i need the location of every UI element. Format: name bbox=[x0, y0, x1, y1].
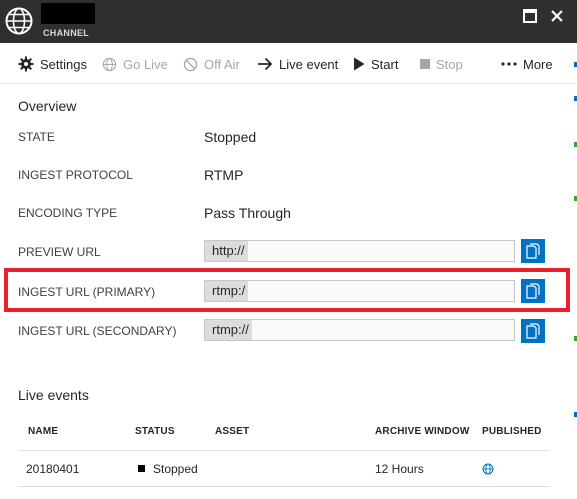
column-header-published: PUBLISHED bbox=[482, 426, 542, 437]
stopped-status-icon bbox=[138, 465, 145, 472]
copy-icon bbox=[526, 323, 540, 339]
stop-icon bbox=[420, 59, 430, 69]
off-air-label: Off Air bbox=[204, 56, 240, 72]
ingest-url-secondary-label: INGEST URL (SECONDARY) bbox=[18, 324, 177, 338]
event-archive-window: 12 Hours bbox=[375, 462, 424, 476]
stop-button[interactable]: Stop bbox=[420, 54, 463, 74]
encoding-type-value: Pass Through bbox=[204, 205, 291, 221]
title-bar: CHANNEL bbox=[0, 0, 577, 43]
settings-label: Settings bbox=[40, 56, 87, 72]
copy-preview-url-button[interactable] bbox=[521, 239, 545, 263]
ingest-url-secondary-field[interactable]: rtmp:// bbox=[204, 319, 515, 341]
preview-url-value: http:// bbox=[205, 241, 248, 261]
ellipsis-icon bbox=[501, 62, 517, 66]
ingest-url-primary-label: INGEST URL (PRIMARY) bbox=[18, 285, 156, 299]
event-name: 20180401 bbox=[26, 462, 80, 476]
live-event-label: Live event bbox=[279, 56, 339, 72]
go-live-button[interactable]: Go Live bbox=[102, 54, 168, 74]
more-button[interactable]: More bbox=[501, 54, 553, 74]
window-subtitle: CHANNEL bbox=[43, 28, 90, 38]
gear-icon bbox=[18, 56, 34, 72]
globe-icon bbox=[482, 463, 494, 475]
globe-icon bbox=[102, 57, 117, 71]
ingest-url-secondary-redacted bbox=[251, 320, 514, 340]
settings-button[interactable]: Settings bbox=[18, 54, 87, 74]
copy-icon bbox=[526, 243, 540, 259]
command-bar: Settings Go Live Off Air Live event Star… bbox=[0, 43, 577, 84]
ingest-url-secondary-value: rtmp:// bbox=[205, 320, 252, 340]
column-header-status: STATUS bbox=[135, 426, 175, 437]
more-label: More bbox=[523, 56, 553, 72]
preview-url-field[interactable]: http:// bbox=[204, 240, 515, 262]
preview-url-label: PREVIEW URL bbox=[18, 245, 101, 259]
ingest-url-primary-redacted bbox=[248, 281, 514, 301]
start-label: Start bbox=[371, 56, 399, 72]
off-air-button[interactable]: Off Air bbox=[183, 54, 240, 74]
go-live-label: Go Live bbox=[123, 56, 168, 72]
column-header-asset: ASSET bbox=[215, 426, 250, 437]
prohibited-icon bbox=[183, 57, 198, 71]
play-icon bbox=[354, 57, 365, 71]
encoding-type-label: ENCODING TYPE bbox=[18, 206, 118, 220]
column-header-name: NAME bbox=[28, 426, 59, 437]
state-value: Stopped bbox=[204, 129, 257, 145]
preview-url-redacted bbox=[247, 241, 514, 261]
arrow-right-icon bbox=[258, 57, 273, 71]
live-event-button[interactable]: Live event bbox=[257, 54, 338, 74]
start-button[interactable]: Start bbox=[353, 54, 398, 74]
state-label: STATE bbox=[18, 130, 55, 144]
table-header-divider bbox=[18, 450, 550, 451]
close-icon[interactable] bbox=[549, 8, 565, 24]
column-header-archive-window: ARCHIVE WINDOW bbox=[375, 426, 470, 437]
ingest-url-primary-value: rtmp:/ bbox=[205, 281, 249, 301]
overview-heading: Overview bbox=[18, 98, 77, 114]
maximize-icon[interactable] bbox=[522, 8, 538, 24]
stop-label: Stop bbox=[436, 56, 463, 72]
copy-ingest-primary-button[interactable] bbox=[521, 279, 545, 303]
live-events-heading: Live events bbox=[18, 387, 89, 403]
copy-icon bbox=[526, 283, 540, 299]
globe-icon bbox=[5, 7, 33, 35]
table-row-divider bbox=[18, 486, 550, 487]
event-status-text: Stopped bbox=[153, 462, 198, 476]
copy-ingest-secondary-button[interactable] bbox=[521, 319, 545, 343]
ingest-protocol-value: RTMP bbox=[204, 167, 244, 183]
ingest-protocol-label: INGEST PROTOCOL bbox=[18, 168, 133, 182]
event-status: Stopped bbox=[138, 462, 198, 476]
ingest-url-primary-field[interactable]: rtmp:/ bbox=[204, 280, 515, 302]
redacted-channel-name bbox=[41, 3, 95, 24]
